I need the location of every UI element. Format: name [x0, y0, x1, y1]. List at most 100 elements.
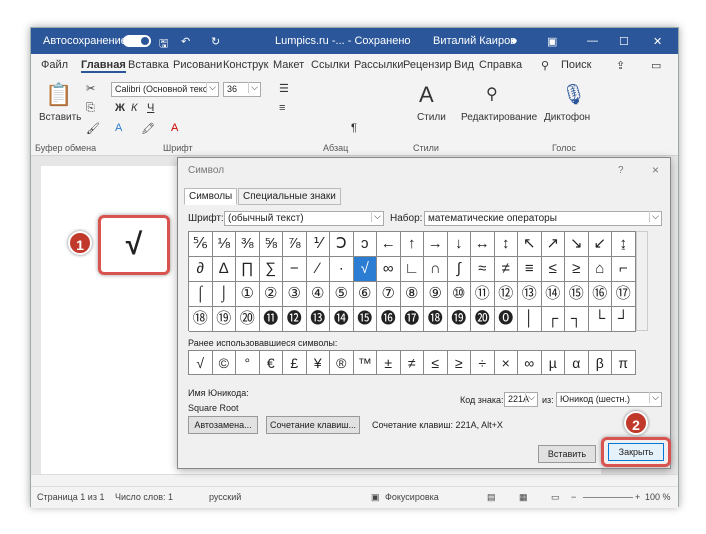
- symbol-cell[interactable]: ∕: [306, 257, 330, 282]
- avatar[interactable]: ●: [511, 35, 518, 47]
- symbol-cell[interactable]: ②: [259, 282, 283, 307]
- symbol-cell[interactable]: ↓: [447, 232, 471, 257]
- bold-icon[interactable]: Ж: [115, 102, 125, 114]
- align-left-icon[interactable]: ≡: [279, 102, 285, 114]
- cut-icon[interactable]: ✂: [86, 82, 95, 95]
- symbol-cell[interactable]: ⓲: [424, 307, 448, 332]
- symbol-cell[interactable]: ⅝: [259, 232, 283, 257]
- dialog-font-select[interactable]: (обычный текст): [224, 211, 384, 226]
- symbol-cell[interactable]: ≥: [565, 257, 589, 282]
- symbol-cell[interactable]: ⓴: [471, 307, 495, 332]
- status-zoom[interactable]: 100 %: [645, 492, 671, 502]
- symbol-cell[interactable]: ↗: [541, 232, 565, 257]
- symbol-cell[interactable]: ∩: [424, 257, 448, 282]
- symbol-cell[interactable]: ⌡: [212, 282, 236, 307]
- save-icon[interactable]: 🖫: [159, 35, 168, 54]
- italic-icon[interactable]: К: [131, 102, 137, 114]
- symbol-cell[interactable]: ↔: [471, 232, 495, 257]
- close-button[interactable]: Закрыть: [608, 443, 664, 461]
- zoom-slider[interactable]: [583, 497, 633, 498]
- share-icon[interactable]: ⇪: [616, 59, 625, 72]
- document-title[interactable]: Lumpics.ru -... - Сохранено: [275, 35, 411, 47]
- tab-file[interactable]: Файл: [41, 59, 68, 71]
- web-layout-icon[interactable]: ▭: [551, 492, 560, 503]
- recent-symbol-cell[interactable]: ÷: [471, 351, 495, 375]
- symbol-cell[interactable]: ⓰: [377, 307, 401, 332]
- autosave-toggle[interactable]: [123, 35, 151, 47]
- focus-icon[interactable]: ▣: [371, 492, 380, 503]
- recent-symbol-cell[interactable]: ±: [377, 351, 401, 375]
- dictation-button[interactable]: Диктофон: [544, 112, 590, 123]
- shortcut-key-button[interactable]: Сочетание клавиш...: [266, 416, 360, 434]
- recent-symbol-cell[interactable]: β: [588, 351, 612, 375]
- symbol-cell[interactable]: ↙: [588, 232, 612, 257]
- undo-icon[interactable]: ↶: [181, 35, 190, 48]
- symbol-cell[interactable]: ∆: [212, 257, 236, 282]
- insert-button[interactable]: Вставить: [538, 445, 596, 463]
- symbol-cell[interactable]: ⑧: [400, 282, 424, 307]
- symbol-cell[interactable]: ⅞: [283, 232, 307, 257]
- tab-review[interactable]: Рецензир: [403, 59, 452, 71]
- symbol-cell[interactable]: ⑬: [518, 282, 542, 307]
- symbol-cell[interactable]: │: [518, 307, 542, 332]
- symbol-cell[interactable]: ∙: [330, 257, 354, 282]
- status-focus[interactable]: Фокусировка: [385, 492, 439, 502]
- search-label[interactable]: Поиск: [561, 59, 591, 71]
- symbol-cell[interactable]: ⓿: [494, 307, 518, 332]
- recent-symbol-cell[interactable]: π: [612, 351, 636, 375]
- symbol-cell[interactable]: └: [588, 307, 612, 332]
- tab-help[interactable]: Справка: [479, 59, 522, 71]
- symbol-cell[interactable]: ⌐: [612, 257, 636, 282]
- copy-icon[interactable]: ⎘: [86, 102, 95, 115]
- recent-symbols[interactable]: √ © ° € £ ¥ ® ™ ± ≠ ≤ ≥ ÷ × ∞ µ α β π: [188, 350, 636, 375]
- symbol-cell[interactable]: ⌠: [189, 282, 213, 307]
- symbol-cell[interactable]: ≈: [471, 257, 495, 282]
- zoom-out-icon[interactable]: −: [571, 492, 576, 502]
- symbol-cell[interactable]: ⓳: [447, 307, 471, 332]
- symbol-cell[interactable]: ∂: [189, 257, 213, 282]
- editing-button[interactable]: Редактирование: [461, 112, 537, 123]
- tab-special-chars[interactable]: Специальные знаки: [238, 188, 341, 205]
- symbol-cell[interactable]: ⌂: [588, 257, 612, 282]
- symbol-cell[interactable]: ⓯: [353, 307, 377, 332]
- symbol-cell[interactable]: ①: [236, 282, 260, 307]
- horizontal-scrollbar[interactable]: [31, 474, 678, 486]
- symbol-cell[interactable]: ≡: [518, 257, 542, 282]
- close-icon[interactable]: ✕: [653, 35, 662, 48]
- format-painter-icon[interactable]: 🖌: [86, 122, 100, 135]
- symbol-cell[interactable]: ⑯: [588, 282, 612, 307]
- symbol-cell[interactable]: −: [283, 257, 307, 282]
- underline-icon[interactable]: Ч: [147, 102, 154, 114]
- maximize-icon[interactable]: ☐: [619, 35, 629, 48]
- symbol-cell[interactable]: ⑪: [471, 282, 495, 307]
- symbol-cell[interactable]: ⑨: [424, 282, 448, 307]
- recent-symbol-cell[interactable]: ™: [353, 351, 377, 375]
- symbol-cell[interactable]: ⑰: [612, 282, 636, 307]
- recent-symbol-cell[interactable]: °: [236, 351, 260, 375]
- symbol-cell[interactable]: ⑮: [565, 282, 589, 307]
- bullets-icon[interactable]: ☰: [279, 82, 289, 95]
- symbol-cell[interactable]: ⅜: [236, 232, 260, 257]
- tab-design[interactable]: Конструк: [223, 59, 268, 71]
- recent-symbol-cell[interactable]: ×: [494, 351, 518, 375]
- symbol-cell[interactable]: ↨: [612, 232, 636, 257]
- symbol-cell[interactable]: ∟: [400, 257, 424, 282]
- symbol-grid[interactable]: ⅚ ⅛ ⅜ ⅝ ⅞ ⅟ Ↄↄ ← ↑ → ↓ ↔ ↕ ↖ ↗ ↘ ↙ ↨ ∂ ∆ ∏ ∑ − ∕ ∙ √ ∞ ∟ ∩ ∫ ≈ ≠ ≡ ≤ ≥ ⌂ ⌐ ⌠ ⌡…: [188, 231, 636, 332]
- user-name[interactable]: Виталий Каиров: [433, 35, 516, 47]
- ribbon-options-icon[interactable]: ▣: [547, 35, 557, 48]
- tab-draw[interactable]: Рисовани: [173, 59, 222, 71]
- symbol-cell[interactable]: ⑱: [189, 307, 213, 332]
- symbol-cell[interactable]: ⑥: [353, 282, 377, 307]
- symbol-cell[interactable]: ⓭: [306, 307, 330, 332]
- symbol-cell[interactable]: ⑭: [541, 282, 565, 307]
- highlight-icon[interactable]: 🖍: [141, 122, 155, 135]
- from-select[interactable]: Юникод (шестн.): [556, 392, 662, 407]
- symbol-cell[interactable]: ┘: [612, 307, 636, 332]
- symbol-cell[interactable]: ⑤: [330, 282, 354, 307]
- tab-mailings[interactable]: Рассылки: [354, 59, 403, 71]
- tab-layout[interactable]: Макет: [273, 59, 304, 71]
- status-language[interactable]: русский: [209, 492, 241, 502]
- recent-symbol-cell[interactable]: ≥: [447, 351, 471, 375]
- symbol-cell[interactable]: ⓫: [259, 307, 283, 332]
- code-input[interactable]: 221A: [504, 392, 538, 407]
